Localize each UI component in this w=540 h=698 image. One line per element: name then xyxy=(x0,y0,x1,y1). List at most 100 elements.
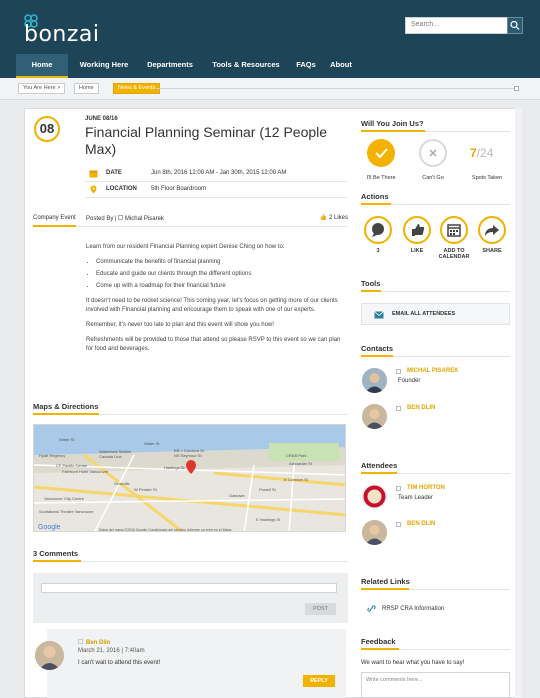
tools-title: Tools xyxy=(361,279,381,288)
location-label: LOCATION xyxy=(106,186,137,192)
comment-input[interactable] xyxy=(41,583,337,593)
map-label: CF Pacific Centre xyxy=(56,463,88,468)
date-label: DATE xyxy=(106,170,122,176)
desc-para: It doesn't need to be rocket science! Th… xyxy=(86,298,338,313)
nav-working-here[interactable]: Working Here xyxy=(72,54,136,78)
spots-count: 7/24 xyxy=(470,146,493,160)
attendee-check-icon xyxy=(396,486,401,491)
attend-button[interactable] xyxy=(367,139,395,167)
calendar-icon xyxy=(447,224,461,237)
thumbs-up-icon xyxy=(412,224,425,236)
map-label: Alexander St xyxy=(289,461,313,466)
attendee-name[interactable]: TIM HORTON xyxy=(407,485,445,491)
avatar[interactable] xyxy=(362,404,387,429)
close-icon xyxy=(429,149,437,157)
map-label: Water St xyxy=(144,441,160,446)
comment-check-icon xyxy=(78,639,83,644)
nav-home[interactable]: Home xyxy=(16,54,68,78)
related-underline xyxy=(361,588,409,590)
commenter-photo-icon xyxy=(35,641,64,670)
logo-text: bonzai xyxy=(24,22,100,47)
post-button[interactable]: POST xyxy=(305,603,336,615)
contact-photo-icon xyxy=(362,368,387,393)
likes-label: 2 Likes xyxy=(328,215,348,221)
comments-underline xyxy=(33,560,81,562)
desc-bullet: Educate and guide our clients through th… xyxy=(96,270,348,279)
comment-action-button[interactable] xyxy=(364,216,392,244)
map-widget[interactable]: Google Datos del mapa ©2016 Google Condi… xyxy=(33,424,346,532)
email-all-attendees-button[interactable]: EMAIL ALL ATTENDEES xyxy=(361,303,510,325)
related-link[interactable]: RRSP CRA Information xyxy=(382,606,444,612)
like-label: LIKE xyxy=(410,248,424,254)
comments-title: 3 Comments xyxy=(33,549,79,558)
spots-label: Spots Taken xyxy=(471,175,503,181)
like-button[interactable] xyxy=(403,216,431,244)
cant-go-button[interactable] xyxy=(419,139,447,167)
thumbs-up-icon: 👍 xyxy=(319,215,328,221)
posted-by: Posted By | Michal Pisarek xyxy=(86,215,164,222)
map-label: E Hastings St xyxy=(256,517,281,522)
comment-form xyxy=(33,573,348,623)
nav-tools-resources[interactable]: Tools & Resources xyxy=(206,54,286,78)
date-value: Jun 8th, 2016 12:00 AM - Jan 30th, 2015 … xyxy=(151,170,287,176)
contact-name[interactable]: MICHAL PISAREK xyxy=(407,368,459,374)
date-badge: 08 xyxy=(34,116,60,142)
add-calendar-button[interactable] xyxy=(440,216,468,244)
main-nav: Home Working Here Departments Tools & Re… xyxy=(0,54,540,78)
share-button[interactable] xyxy=(478,216,506,244)
map-label: NS Seymour St xyxy=(174,453,202,458)
location-row: LOCATION 5th Floor Boardroom xyxy=(85,182,347,198)
feedback-prompt: We want to hear what you have to say! xyxy=(361,660,465,666)
breadcrumb-current[interactable]: News & Events xyxy=(113,83,161,94)
breadcrumb-home[interactable]: Home xyxy=(74,83,99,94)
avatar[interactable] xyxy=(362,484,387,509)
avatar[interactable] xyxy=(362,520,387,545)
speech-bubble-icon xyxy=(372,223,384,237)
map-label: E Cordova St xyxy=(284,477,309,482)
link-icon xyxy=(367,605,376,612)
comment-author[interactable]: Ben Dlin xyxy=(78,639,110,646)
nav-departments[interactable]: Departments xyxy=(140,54,200,78)
contact-role: Founder xyxy=(398,378,421,384)
google-logo: Google xyxy=(38,524,61,531)
calendar-icon xyxy=(89,170,98,178)
reply-button[interactable]: REPLY xyxy=(303,675,335,687)
breadcrumb-prefix: You Are Here > xyxy=(18,83,66,94)
attendee-photo-icon xyxy=(362,520,387,545)
attendee-name[interactable]: BEN DLIN xyxy=(407,521,435,527)
attendees-underline xyxy=(361,472,397,474)
map-footer: Datos del mapa ©2016 Google Condiciones … xyxy=(99,528,231,532)
maps-underline xyxy=(33,413,99,415)
author-name[interactable]: Michal Pisarek xyxy=(125,216,164,222)
attendee-role: Team Leader xyxy=(398,495,434,501)
actions-title: Actions xyxy=(361,192,389,201)
author-avatar-placeholder xyxy=(118,215,124,220)
add-calendar-label: ADD TO CALENDAR xyxy=(438,248,470,260)
comment-date: March 21, 2016 | 7:40am xyxy=(78,648,145,654)
event-date-small: JUNE 08/16 xyxy=(85,116,118,122)
nav-about[interactable]: About xyxy=(324,54,358,78)
map-label: Hyatt Regency xyxy=(39,453,65,458)
map-label: Hastings St xyxy=(164,465,185,470)
scrollbar[interactable] xyxy=(515,108,522,698)
contact-check-icon xyxy=(396,369,401,374)
breadcrumb: You Are Here > Home News & Events xyxy=(0,78,540,100)
comment-count-label: 3 xyxy=(376,248,380,254)
feedback-textarea[interactable]: Write comments here... xyxy=(361,672,510,698)
avatar xyxy=(35,641,64,670)
search-icon xyxy=(510,20,520,30)
contacts-underline xyxy=(361,355,393,357)
search-input[interactable]: Search... xyxy=(405,17,513,34)
desc-para: Remember, it's never too late to plan an… xyxy=(86,322,274,328)
contact-photo-icon xyxy=(362,404,387,429)
contact-name[interactable]: BEN DLIN xyxy=(407,405,435,411)
nav-faqs[interactable]: FAQs xyxy=(290,54,322,78)
search-button[interactable] xyxy=(507,17,523,34)
avatar[interactable] xyxy=(362,368,387,393)
map-label: Fairmont Hotel Vancouver xyxy=(62,469,109,474)
category-tab[interactable]: Company Event xyxy=(33,210,76,227)
attendee-check-icon xyxy=(396,522,401,527)
map-label: Gastown xyxy=(229,493,245,498)
event-title: Financial Planning Seminar (12 People Ma… xyxy=(85,124,328,157)
likes-count[interactable]: 👍 2 Likes xyxy=(320,214,348,221)
